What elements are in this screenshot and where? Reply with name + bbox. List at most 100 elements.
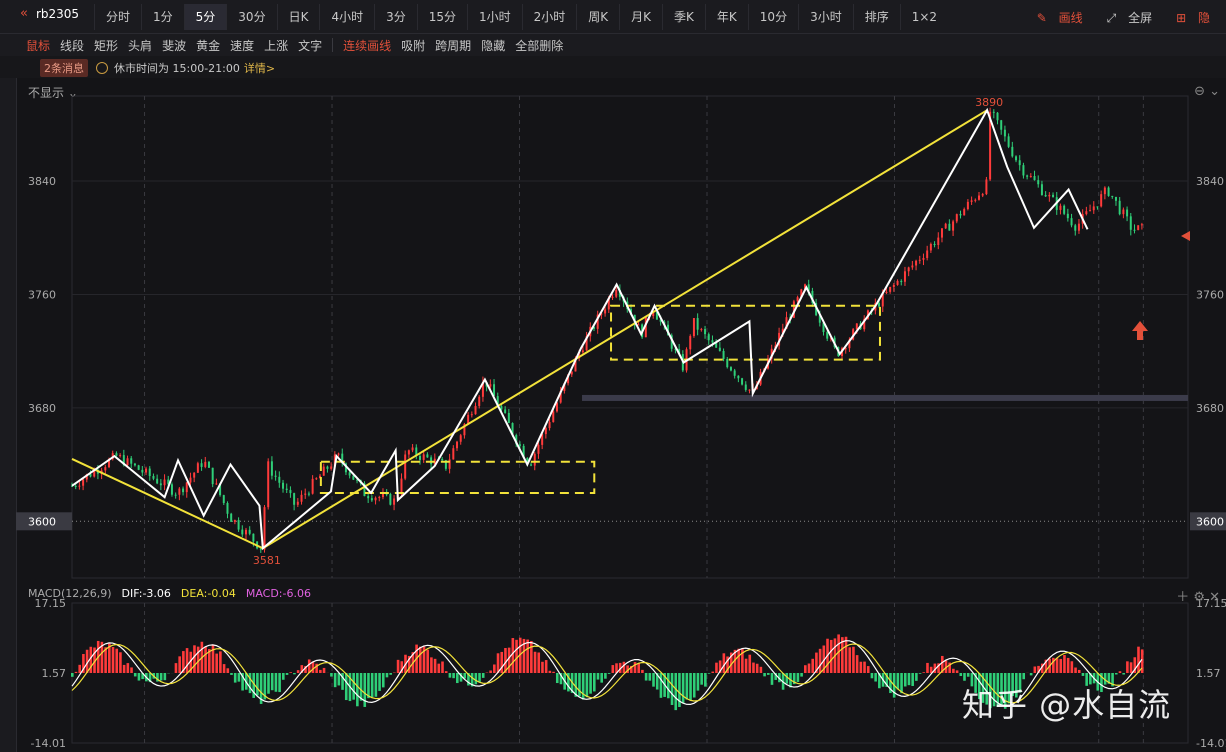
macd-bar-271 xyxy=(1074,667,1077,673)
macd-bar-88 xyxy=(396,659,400,673)
candle-body-66 xyxy=(315,478,318,480)
candle-body-53 xyxy=(267,461,270,508)
macd-bar-54 xyxy=(270,673,274,691)
macd-bar-156 xyxy=(648,673,652,681)
macd-bar-284 xyxy=(1122,673,1125,675)
candle-body-240 xyxy=(959,214,962,216)
macd-bar-76 xyxy=(352,673,355,700)
support-band xyxy=(582,394,1188,401)
candle-body-58 xyxy=(285,488,288,490)
macd-bar-101 xyxy=(444,671,448,673)
macd-bar-78 xyxy=(359,673,363,701)
macd-bar-80 xyxy=(367,673,370,699)
candle-body-38 xyxy=(211,467,214,485)
macd-bar-28 xyxy=(174,663,178,673)
candle-body-251 xyxy=(1000,120,1003,130)
macd-bar-184 xyxy=(752,662,755,673)
candle-body-48 xyxy=(248,529,251,534)
macd-bar-130 xyxy=(552,671,555,673)
macd-bar-129 xyxy=(548,670,552,673)
candle-body-255 xyxy=(1015,156,1018,161)
y-tick-left-0: 3600 xyxy=(28,515,56,528)
macd-bar-24 xyxy=(159,673,163,681)
candle-body-18 xyxy=(137,465,140,470)
macd-bar-38 xyxy=(211,644,215,673)
macd-tick-right-2: -14.01 xyxy=(1196,737,1226,750)
macd-bar-124 xyxy=(530,641,533,673)
candle-body-37 xyxy=(207,461,210,468)
macd-bar-86 xyxy=(389,673,392,675)
candle-body-129 xyxy=(548,422,551,429)
macd-bar-42 xyxy=(226,668,230,673)
candle-body-239 xyxy=(955,214,958,222)
macd-bar-270 xyxy=(1070,661,1074,673)
settings-icon[interactable]: ＋ ⚙ ✕ xyxy=(1176,586,1220,605)
candle-body-15 xyxy=(126,458,129,466)
macd-bar-227 xyxy=(911,673,914,686)
macd-bar-115 xyxy=(496,653,500,673)
macd-bar-85 xyxy=(385,673,389,678)
candle-body-265 xyxy=(1052,194,1055,198)
macd-bar-165 xyxy=(681,673,685,704)
candle-body-89 xyxy=(400,478,403,495)
macd-bar-72 xyxy=(337,673,341,686)
macd-bar-67 xyxy=(319,669,322,673)
candle-body-168 xyxy=(692,318,695,337)
macd-bar-149 xyxy=(622,661,626,673)
macd-bar-102 xyxy=(448,673,452,678)
macd-bar-31 xyxy=(185,648,189,673)
macd-bar-210 xyxy=(848,647,852,673)
macd-bar-285 xyxy=(1126,661,1129,673)
macd-bar-99 xyxy=(437,663,441,673)
macd-bar-17 xyxy=(133,673,137,677)
macd-bar-171 xyxy=(704,673,707,687)
macd-name[interactable]: MACD(12,26,9) xyxy=(28,587,112,600)
candle-body-227 xyxy=(911,265,914,268)
macd-bar-2 xyxy=(78,664,82,673)
candle-body-103 xyxy=(452,448,455,460)
candle-body-9 xyxy=(104,467,107,471)
macd-bar-13 xyxy=(119,652,122,673)
candle-body-32 xyxy=(189,477,192,483)
macd-bar-200 xyxy=(811,658,815,673)
macd-bar-199 xyxy=(807,663,811,673)
candle-body-253 xyxy=(1007,136,1010,147)
macd-bar-71 xyxy=(333,673,337,688)
macd-bar-189 xyxy=(770,673,774,685)
candle-body-179 xyxy=(733,370,736,376)
macd-bar-283 xyxy=(1118,671,1122,673)
macd-bar-74 xyxy=(344,673,348,701)
candle-body-17 xyxy=(133,463,136,466)
candle-body-242 xyxy=(966,201,969,210)
candle-body-55 xyxy=(274,475,277,477)
chart-canvas[interactable]: 3600 3600 3680 3680 3760 3760 3840 3840 3581 3890… xyxy=(0,0,1226,752)
y-tick-right-1: 3680 xyxy=(1196,402,1224,415)
up-arrow-icon xyxy=(1132,321,1148,340)
candle-body-28 xyxy=(174,494,177,496)
high-price-label: 3890 xyxy=(975,96,1003,109)
candle-body-260 xyxy=(1033,176,1036,181)
candle-body-212 xyxy=(855,323,858,330)
candle-body-1 xyxy=(74,485,77,487)
macd-bar-159 xyxy=(659,673,663,698)
candle-body-118 xyxy=(507,412,510,424)
candle-body-105 xyxy=(459,435,462,442)
macd-bar-286 xyxy=(1129,662,1133,673)
macd-bar-109 xyxy=(474,673,478,685)
macd-bar-162 xyxy=(670,673,674,705)
macd-bar-98 xyxy=(433,658,437,673)
candle-body-130 xyxy=(552,411,555,423)
candle-body-289 xyxy=(1140,224,1143,226)
candle-body-24 xyxy=(159,483,162,486)
macd-bar-0 xyxy=(71,673,74,677)
macd-bar-269 xyxy=(1066,657,1070,673)
candle-body-121 xyxy=(518,444,521,446)
candle-body-241 xyxy=(963,209,966,216)
candle-body-31 xyxy=(185,482,188,493)
candle-body-80 xyxy=(367,496,370,499)
white-zigzag-line xyxy=(71,107,1089,551)
candle-body-243 xyxy=(970,200,973,202)
macd-bar-77 xyxy=(356,673,359,707)
macd-bar-157 xyxy=(652,673,655,687)
candle-body-117 xyxy=(504,409,507,413)
